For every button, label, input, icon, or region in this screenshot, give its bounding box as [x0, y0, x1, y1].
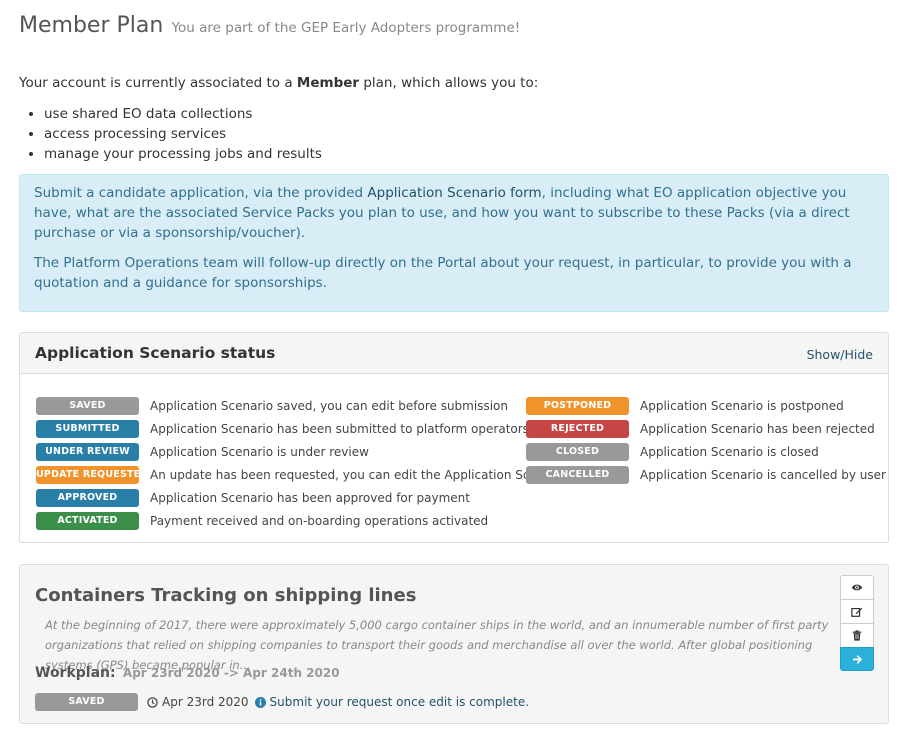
status-badge: SAVED	[36, 396, 139, 415]
status-badge: CANCELLED	[526, 465, 629, 484]
status-badge: APPROVED	[36, 488, 139, 507]
status-badge: POSTPONED	[526, 396, 629, 415]
scenario-date-text: Apr 23rd 2020	[162, 695, 249, 709]
status-badge: ACTIVATED	[36, 511, 139, 530]
scenario-actions	[840, 575, 874, 671]
status-description: Application Scenario has been rejected	[640, 421, 875, 436]
open-scenario-button[interactable]	[840, 647, 874, 671]
status-legend-row: UPDATE REQUESTED An update has been reque…	[36, 463, 567, 486]
intro-after: plan, which allows you to:	[359, 75, 539, 91]
plan-intro: Your account is currently associated to …	[19, 75, 538, 91]
alert-text: Submit a candidate application, via the …	[34, 185, 368, 201]
arrow-right-icon	[852, 654, 862, 664]
scenario-title[interactable]: Containers Tracking on shipping lines	[35, 585, 416, 606]
trash-icon	[852, 630, 862, 641]
alert-paragraph-2: The Platform Operations team will follow…	[34, 255, 852, 291]
edit-icon	[851, 607, 863, 617]
status-legend-row: REJECTED Application Scenario has been re…	[526, 417, 886, 440]
edit-button[interactable]	[840, 599, 874, 624]
permission-item: manage your processing jobs and results	[44, 144, 322, 164]
status-description: Application Scenario is under review	[150, 444, 369, 459]
scenario-status-row: SAVED Apr 23rd 2020 Submit your request …	[35, 693, 529, 711]
alert-paragraph-1: Submit a candidate application, via the …	[34, 183, 874, 243]
workplan-dates: Apr 23rd 2020 -> Apr 24th 2020	[122, 666, 340, 680]
status-legend-row: ACTIVATED Payment received and on-boardin…	[36, 509, 567, 532]
status-badge: CLOSED	[526, 442, 629, 461]
view-button[interactable]	[840, 575, 874, 600]
intro-before: Your account is currently associated to …	[19, 75, 297, 91]
status-legend-row: CANCELLED Application Scenario is cancell…	[526, 463, 886, 486]
status-badge: SAVED	[35, 693, 138, 711]
workplan: Workplan: Apr 23rd 2020 -> Apr 24th 2020	[35, 665, 340, 681]
status-badge: REJECTED	[526, 419, 629, 438]
status-legend-row: POSTPONED Application Scenario is postpon…	[526, 394, 886, 417]
status-legend-right: POSTPONED Application Scenario is postpon…	[526, 394, 886, 486]
status-description: Application Scenario has been submitted …	[150, 421, 529, 436]
status-description: Application Scenario saved, you can edit…	[150, 398, 508, 413]
status-badge: UNDER REVIEW	[36, 442, 139, 461]
status-panel-header: Application Scenario status Show/Hide	[20, 333, 888, 374]
info-alert: Submit a candidate application, via the …	[19, 174, 889, 312]
status-description: Application Scenario has been approved f…	[150, 490, 470, 505]
permission-item: access processing services	[44, 124, 322, 144]
status-legend-row: APPROVED Application Scenario has been ap…	[36, 486, 567, 509]
page-title: Member Plan	[19, 13, 164, 38]
status-description: Payment received and on-boarding operati…	[150, 513, 489, 528]
page-header: Member Plan You are part of the GEP Earl…	[19, 13, 520, 38]
clock-icon	[147, 696, 158, 708]
status-badge: UPDATE REQUESTED	[36, 465, 148, 484]
status-legend-left: SAVED Application Scenario saved, you can…	[36, 394, 567, 532]
scenario-card: Containers Tracking on shipping lines At…	[19, 564, 889, 724]
status-legend-row: CLOSED Application Scenario is closed	[526, 440, 886, 463]
page-subtitle: You are part of the GEP Early Adopters p…	[171, 20, 521, 36]
status-panel-title: Application Scenario status	[35, 344, 276, 362]
application-scenario-form-link[interactable]: Application Scenario form	[367, 185, 541, 201]
plan-name: Member	[296, 75, 360, 91]
status-badge: SUBMITTED	[36, 419, 139, 438]
member-plan-page: Member Plan You are part of the GEP Earl…	[0, 0, 903, 735]
status-description: An update has been requested, you can ed…	[150, 467, 568, 482]
status-description: Application Scenario is postponed	[640, 398, 844, 413]
eye-icon	[851, 584, 863, 591]
scenario-hint: Submit your request once edit is complet…	[254, 695, 530, 709]
show-hide-toggle[interactable]: Show/Hide	[807, 347, 873, 362]
permissions-list: use shared EO data collections access pr…	[25, 104, 322, 164]
scenario-hint-text: Submit your request once edit is complet…	[269, 695, 530, 709]
workplan-label: Workplan:	[35, 665, 116, 681]
permission-item: use shared EO data collections	[44, 104, 322, 124]
status-description: Application Scenario is cancelled by use…	[640, 467, 886, 482]
status-description: Application Scenario is closed	[640, 444, 819, 459]
status-panel: Application Scenario status Show/Hide SA…	[19, 332, 889, 543]
info-icon	[254, 696, 266, 708]
status-legend-row: SUBMITTED Application Scenario has been s…	[36, 417, 567, 440]
status-legend-row: SAVED Application Scenario saved, you can…	[36, 394, 567, 417]
delete-button[interactable]	[840, 623, 874, 648]
scenario-date: Apr 23rd 2020	[147, 695, 249, 709]
status-legend-row: UNDER REVIEW Application Scenario is unde…	[36, 440, 567, 463]
